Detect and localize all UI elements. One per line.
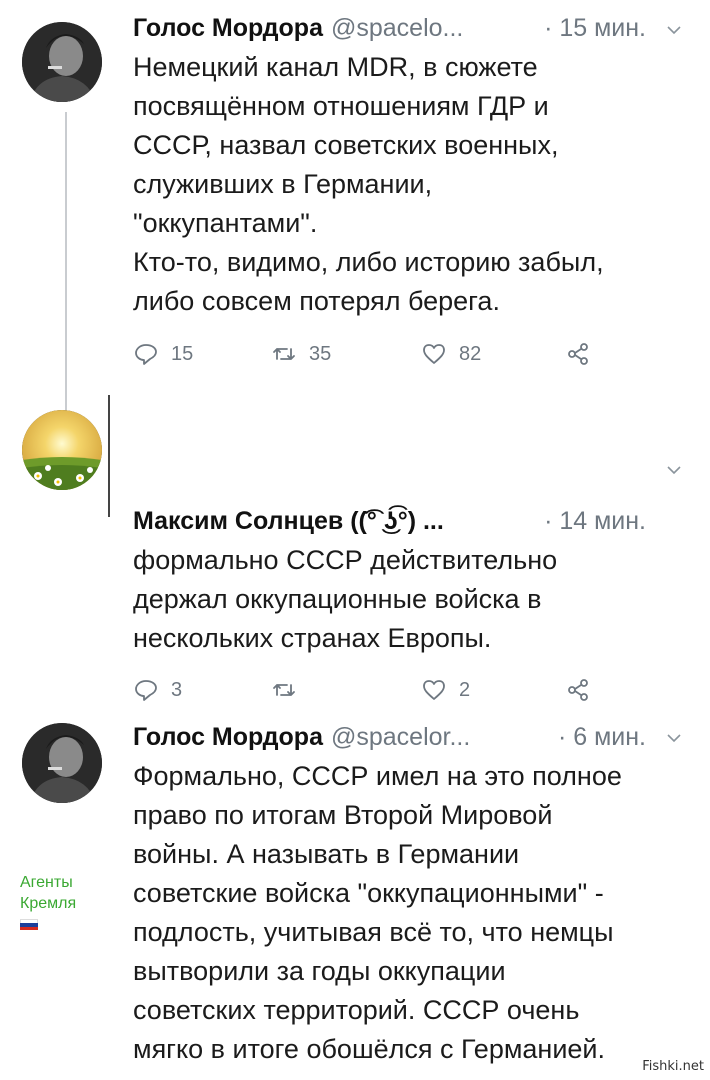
russia-flag-icon [20,919,38,930]
tweet-time[interactable]: · 14 мин. [544,507,680,536]
watermark: Fishki.net [642,1059,704,1074]
chevron-down-icon[interactable] [666,22,682,38]
tweet-actions: 3 2 [133,674,613,706]
retweet-count: 35 [309,342,332,365]
tweet-time[interactable]: · 15 мин. [544,14,680,43]
decorative-border [108,395,132,517]
reply-button[interactable]: 3 [133,677,182,703]
author-handle[interactable]: @spacelo... [331,14,463,43]
like-count: 2 [459,678,471,701]
retweet-icon [273,348,295,360]
reply-count: 15 [171,342,194,365]
badge-agenty-kremlya: Агенты Кремля [20,872,100,930]
tweet-actions: 15 35 82 [133,338,613,370]
retweet-button[interactable] [271,677,309,703]
tweet-text: Формально, СССР имел на это полное право… [133,761,622,1064]
tweet-header: Голос Мордора @spacelo... · 15 мин. [133,8,680,48]
share-icon [568,679,588,701]
avatar-golos-mordora[interactable] [22,22,102,102]
like-button[interactable]: 82 [421,341,481,367]
like-count: 82 [459,342,482,365]
tweet-header: Голос Мордора @spacelor... · 6 мин. [133,717,680,757]
author-name[interactable]: Голос Мордора [133,14,323,43]
retweet-icon [273,684,295,696]
reply-count: 3 [171,678,183,701]
reply-icon [135,680,157,701]
like-button[interactable]: 2 [421,677,470,703]
author-handle[interactable]: @spacelor... [331,723,470,752]
avatar-golos-mordora[interactable] [22,723,102,803]
chevron-down-icon[interactable] [666,462,682,478]
reply-button[interactable]: 15 [133,341,193,367]
tweet-text: Немецкий канал MDR, в сюжете посвящённом… [133,52,604,316]
badge-label: Агенты Кремля [20,874,77,912]
share-button[interactable] [565,677,591,703]
like-icon [423,680,445,700]
retweet-button[interactable]: 35 [271,341,331,367]
share-icon [568,343,588,365]
chevron-down-icon[interactable] [666,730,682,746]
reply-icon [135,344,157,365]
avatar-maksim-solntsev[interactable] [22,410,102,490]
thread-line [65,112,67,412]
tweet-header: Максим Солнцев ((͡° ͜ʖ͡°) ... · 14 мин. [133,501,680,541]
author-name[interactable]: Голос Мордора [133,723,323,752]
author-name[interactable]: Максим Солнцев ((͡° ͜ʖ͡°) ... [133,507,444,536]
tweet-time[interactable]: · 6 мин. [558,723,680,752]
tweet-text: формально СССР действительно держал окку… [133,545,558,653]
like-icon [423,344,445,364]
share-button[interactable] [565,341,591,367]
